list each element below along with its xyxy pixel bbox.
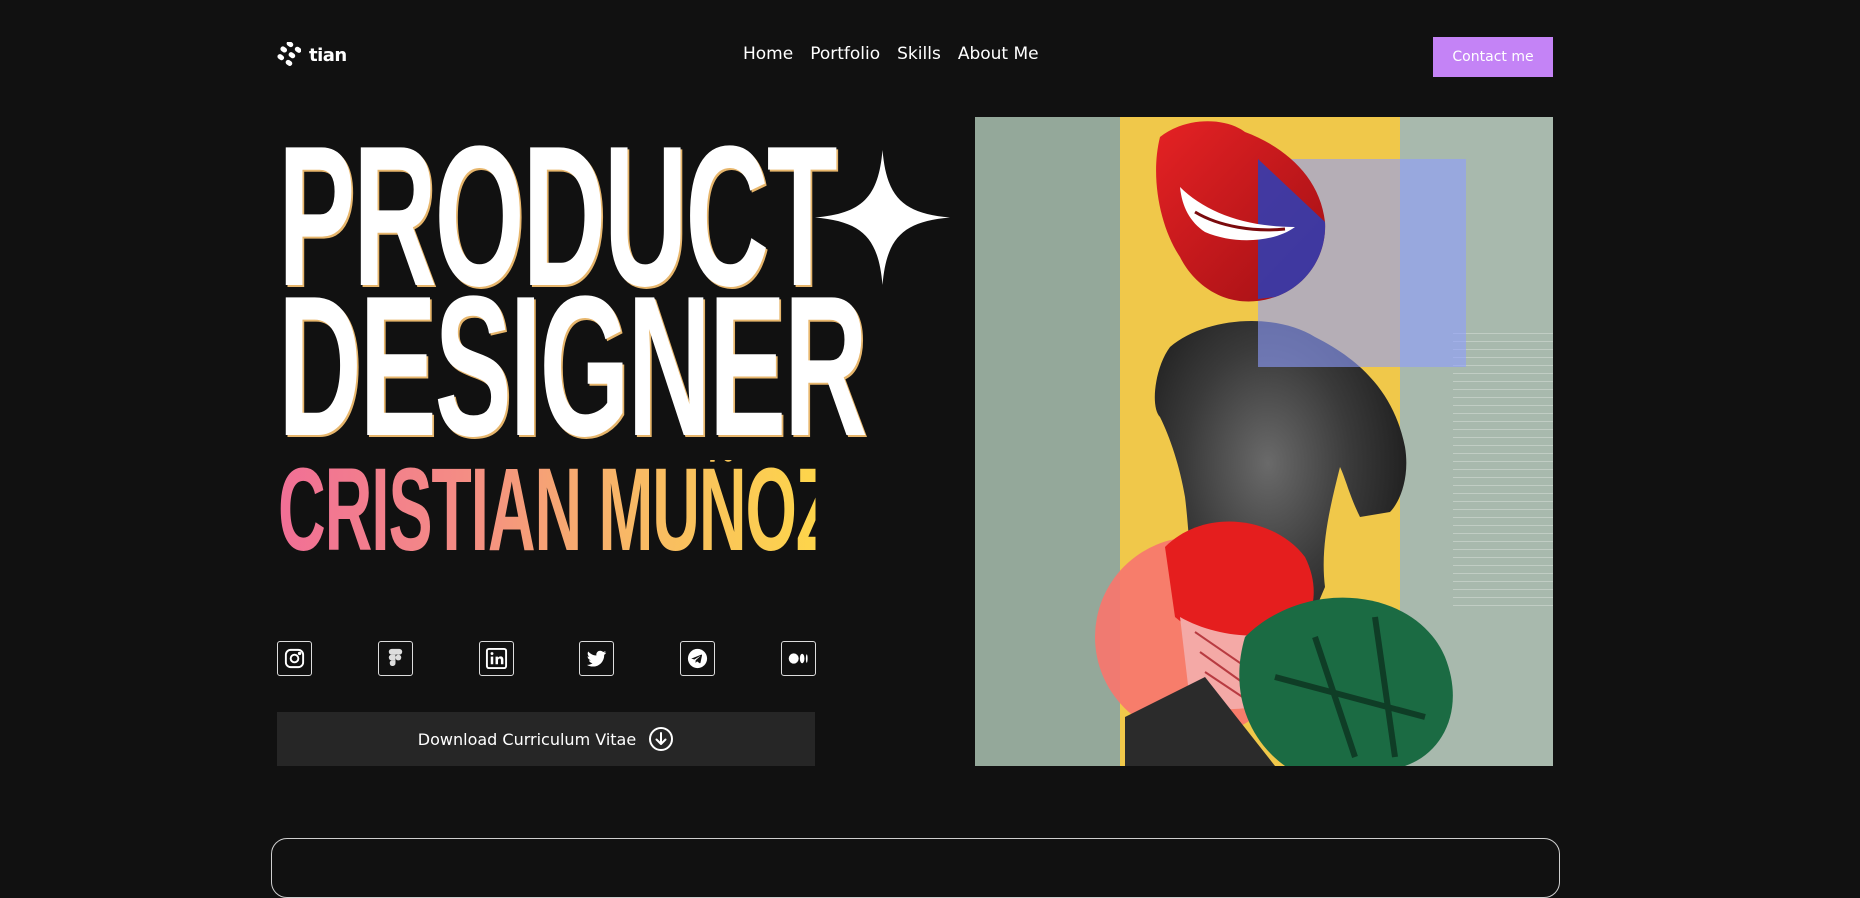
linkedin-icon (485, 647, 507, 670)
linkedin-link[interactable] (478, 641, 514, 676)
figma-link[interactable] (377, 641, 413, 676)
hero-collage-image (975, 117, 1553, 766)
medium-link[interactable] (780, 641, 816, 676)
figma-icon (388, 648, 403, 667)
download-cv-button[interactable]: Download Curriculum Vitae (277, 712, 815, 766)
twitter-link[interactable] (579, 641, 615, 676)
instagram-link[interactable] (277, 641, 312, 676)
instagram-icon (284, 648, 305, 669)
main-nav: Home Portfolio Skills About Me (743, 44, 1039, 64)
bottom-section-card (271, 838, 1560, 898)
telegram-icon (688, 648, 708, 669)
twitter-icon (587, 650, 607, 667)
sparkle-star-icon (815, 150, 950, 285)
hero-title-line-2: DESIGNER (278, 255, 868, 478)
arrow-down-circle-icon (649, 727, 674, 751)
nav-about-me[interactable]: About Me (958, 44, 1039, 64)
hero-name: CRISTIAN MUÑOZ (278, 444, 836, 576)
medium-icon (788, 653, 808, 664)
logo-text: tian (309, 44, 347, 66)
social-links (277, 641, 816, 676)
download-cv-label: Download Curriculum Vitae (417, 729, 637, 749)
contact-button[interactable]: Contact me (1433, 37, 1553, 77)
nav-skills[interactable]: Skills (897, 44, 941, 64)
logo-mark-icon (277, 42, 301, 66)
logo[interactable]: tian (277, 42, 347, 68)
nav-portfolio[interactable]: Portfolio (810, 44, 880, 64)
telegram-link[interactable] (680, 641, 716, 676)
nav-home[interactable]: Home (743, 44, 793, 64)
hero-title: PRODUCT DESIGNER (278, 117, 868, 467)
